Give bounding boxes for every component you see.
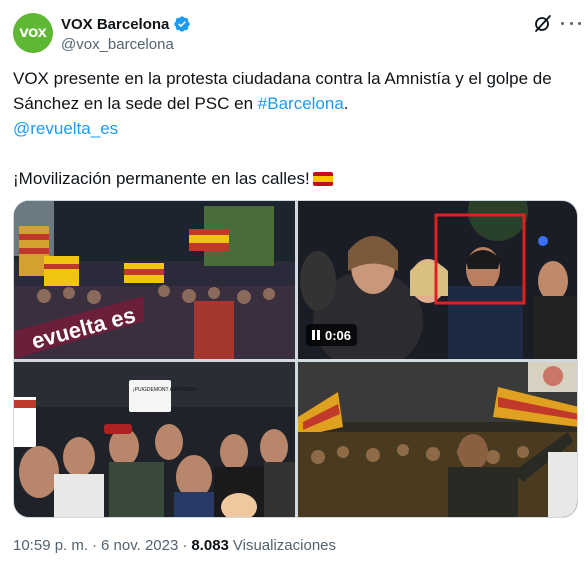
tweet-paragraph-3: ¡Movilización permanente en las calles!	[13, 166, 575, 191]
video-duration-badge[interactable]: 0:06	[306, 324, 358, 346]
spain-flag-icon	[312, 172, 333, 186]
tweet-date[interactable]: 6 nov. 2023	[101, 537, 178, 554]
tweet-text: VOX presente en la protesta ciudadana co…	[13, 66, 575, 191]
pause-icon	[312, 330, 320, 340]
vox-logo: VOX	[19, 26, 47, 40]
author-name-row: VOX Barcelona	[61, 14, 191, 34]
tweet-meta: 10:59 p. m. · 6 nov. 2023 · 8.083 Visual…	[13, 537, 336, 554]
more-options-icon[interactable]	[561, 13, 581, 33]
tweet-time[interactable]: 10:59 p. m.	[13, 537, 88, 554]
views-count: 8.083	[191, 537, 229, 554]
grok-icon[interactable]	[533, 13, 553, 33]
verified-badge-icon	[174, 16, 191, 32]
photo-protest-sign[interactable]: ¡PUIGDEMONT A PRISIÓN!	[14, 362, 295, 517]
tweet-slogan: ¡Movilización permanente en las calles!	[13, 169, 310, 188]
meta-separator: ·	[182, 537, 188, 554]
tweet-paragraph-2: @revuelta_es	[13, 116, 575, 141]
meta-separator: ·	[92, 537, 98, 554]
video-duration: 0:06	[325, 327, 352, 343]
video-protest-flags[interactable]	[298, 362, 577, 517]
mention-link[interactable]: @revuelta_es	[13, 119, 118, 138]
photo-protest-crowd[interactable]: evuelta es	[14, 201, 295, 359]
protest-sign-text: ¡PUIGDEMONT A PRISIÓN!	[133, 386, 196, 393]
tweet-card: VOX VOX Barcelona @vox_barcelona VOX pre…	[0, 0, 588, 570]
tweet-period: .	[343, 94, 349, 113]
views-label: Visualizaciones	[232, 537, 337, 554]
author-handle[interactable]: @vox_barcelona	[61, 36, 174, 53]
tweet-paragraph-1: VOX presente en la protesta ciudadana co…	[13, 66, 575, 116]
hashtag-link[interactable]: #Barcelona	[258, 94, 344, 113]
media-grid: evuelta es ¡PUIGDEMONT A PRISIÓN! 0:06	[13, 200, 578, 518]
author-display-name[interactable]: VOX Barcelona	[61, 16, 169, 33]
author-avatar[interactable]: VOX	[13, 13, 53, 53]
